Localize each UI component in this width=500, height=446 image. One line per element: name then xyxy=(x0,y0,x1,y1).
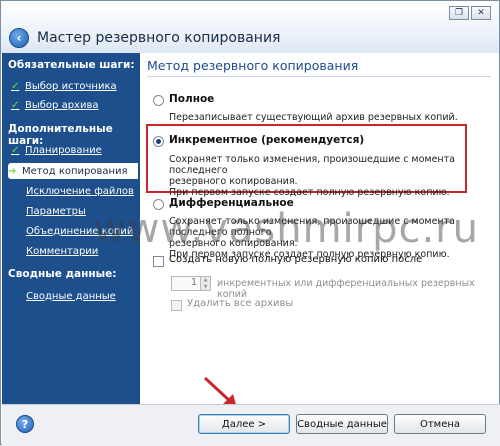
desc-line: резервного копирования. xyxy=(169,176,298,187)
sidebar-item-summary[interactable]: Сводные данные xyxy=(26,288,154,304)
create-full-backup-checkbox[interactable] xyxy=(153,256,164,267)
sidebar-item-label: Исключение файлов xyxy=(26,185,134,197)
watermark-text: www.vashmirpc.ru xyxy=(93,206,479,252)
stepper-arrows-icon[interactable]: ▲ ▼ xyxy=(201,276,211,291)
sidebar-item-source[interactable]: ✓ Выбор источника xyxy=(11,78,139,94)
interval-stepper-input[interactable]: 1 xyxy=(171,276,201,291)
full-backup-desc: Перезаписывает существующий архив резерв… xyxy=(169,112,458,123)
window-title: Мастер резервного копирования xyxy=(37,30,281,46)
wizard-footer: ? Далее > Сводные данные Отмена xyxy=(2,404,500,446)
desc-line: Сохраняет только изменения, произошедшие… xyxy=(169,154,455,176)
restore-icon[interactable]: ❐ xyxy=(449,6,469,20)
delete-archives-checkbox[interactable] xyxy=(171,300,182,311)
check-icon: ✓ xyxy=(11,80,20,92)
incremental-backup-radio[interactable] xyxy=(153,136,164,147)
sidebar-item-label: Сводные данные xyxy=(26,290,116,302)
incremental-backup-label[interactable]: Инкрементное (рекомендуется) xyxy=(169,134,364,146)
desc-line: Перезаписывает существующий архив резерв… xyxy=(169,112,458,123)
required-steps-heading: Обязательные шаги: xyxy=(8,59,135,71)
summary-button[interactable]: Сводные данные xyxy=(296,414,388,434)
section-title: Метод резервного копирования xyxy=(147,58,359,73)
delete-archives-label[interactable]: Удалить все архивы xyxy=(187,298,293,309)
sidebar-item-archive[interactable]: ✓ Выбор архива xyxy=(11,97,139,113)
back-arrow-icon[interactable]: ‹ xyxy=(9,28,29,48)
window-controls: ❐ ✕ xyxy=(447,6,491,20)
summary-heading: Сводные данные: xyxy=(8,268,117,280)
full-backup-radio[interactable] xyxy=(153,95,164,106)
arrow-right-icon: ➔ xyxy=(8,165,17,177)
section-divider xyxy=(147,76,491,77)
sidebar-item-scheduling[interactable]: ✓ Планирование xyxy=(11,142,139,158)
cancel-button[interactable]: Отмена xyxy=(394,414,486,434)
sidebar-item-label: Комментарии xyxy=(26,245,99,257)
sidebar-item-exclusions[interactable]: Исключение файлов xyxy=(26,183,154,199)
sidebar-item-backup-method[interactable]: ➔ Метод копирования xyxy=(8,163,138,179)
full-backup-label[interactable]: Полное xyxy=(169,93,214,105)
next-button[interactable]: Далее > xyxy=(198,414,290,434)
check-icon: ✓ xyxy=(11,144,20,156)
sidebar-item-label: Выбор источника xyxy=(25,80,117,92)
title-bar: ❐ ✕ ‹ Мастер резервного копирования xyxy=(1,1,499,53)
sidebar-item-label: Параметры xyxy=(26,205,86,217)
create-full-backup-label[interactable]: Создать новую полную резервную копию пос… xyxy=(169,254,422,265)
wizard-window: ❐ ✕ ‹ Мастер резервного копирования Обяз… xyxy=(0,0,500,446)
interval-label: инкрементных или дифференциальных резерв… xyxy=(217,278,475,300)
close-icon[interactable]: ✕ xyxy=(471,6,491,20)
sidebar-item-label: Метод копирования xyxy=(22,165,128,177)
check-icon: ✓ xyxy=(11,99,20,111)
help-icon[interactable]: ? xyxy=(16,415,34,433)
sidebar-item-label: Выбор архива xyxy=(25,99,99,111)
incremental-backup-desc: Сохраняет только изменения, произошедшие… xyxy=(169,154,499,198)
sidebar-item-label: Планирование xyxy=(25,144,102,156)
